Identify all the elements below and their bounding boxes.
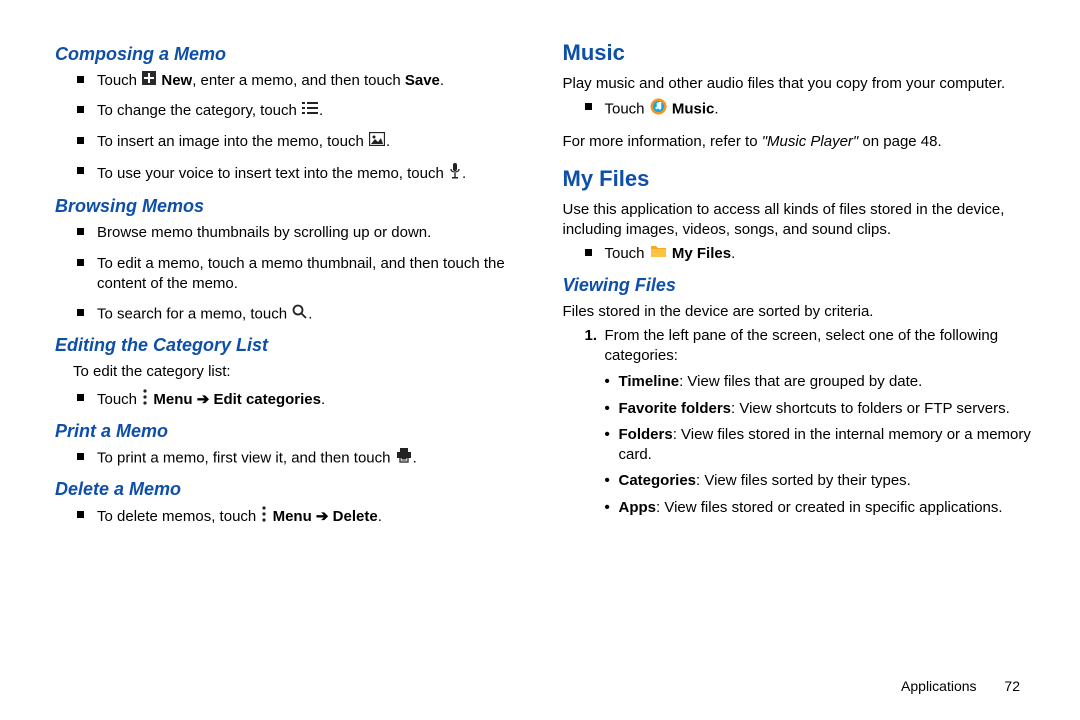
list-item: Favorite folders: View shortcuts to fold…: [605, 399, 1036, 419]
plus-icon: [142, 71, 156, 91]
list-item: Categories: View files sorted by their t…: [605, 471, 1036, 491]
heading-editing-category: Editing the Category List: [55, 335, 528, 356]
footer-page-number: 72: [1004, 678, 1020, 694]
search-icon: [292, 304, 307, 325]
list-item: To edit a memo, touch a memo thumbnail, …: [77, 254, 528, 295]
heading-delete-memo: Delete a Memo: [55, 479, 528, 500]
heading-browsing-memos: Browsing Memos: [55, 196, 528, 217]
left-column: Composing a Memo Touch New, enter a memo…: [55, 40, 528, 538]
list-item: Touch New, enter a memo, and then touch …: [77, 71, 528, 91]
categories-list: Timeline: View files that are grouped by…: [605, 372, 1036, 518]
list-item: Touch Menu ➔ Edit categories.: [77, 389, 528, 411]
list-item: Timeline: View files that are grouped by…: [605, 372, 1036, 392]
list-item: To change the category, touch .: [77, 101, 528, 121]
page-footer: Applications 72: [901, 678, 1020, 694]
viewing-ol: 1. From the left pane of the screen, sel…: [563, 326, 1036, 518]
menu-dots-icon: [261, 506, 267, 528]
viewing-intro: Files stored in the device are sorted by…: [563, 302, 1036, 322]
delete-list: To delete memos, touch Menu ➔ Delete.: [55, 506, 528, 528]
list-item: Touch Music.: [585, 98, 1036, 121]
list-item: To use your voice to insert text into th…: [77, 162, 528, 186]
right-column: Music Play music and other audio files t…: [563, 40, 1036, 538]
heading-music: Music: [563, 40, 1036, 66]
list-item: Browse memo thumbnails by scrolling up o…: [77, 223, 528, 243]
list-menu-icon: [302, 101, 318, 121]
editing-intro: To edit the category list:: [73, 362, 528, 382]
print-list: To print a memo, first view it, and then…: [55, 448, 528, 469]
menu-dots-icon: [142, 389, 148, 411]
music-intro: Play music and other audio files that yo…: [563, 74, 1036, 94]
list-item: To insert an image into the memo, touch …: [77, 132, 528, 152]
browsing-list: Browse memo thumbnails by scrolling up o…: [55, 223, 528, 325]
printer-icon: [396, 448, 412, 469]
list-item: To print a memo, first view it, and then…: [77, 448, 528, 469]
music-app-icon: [650, 98, 667, 121]
list-item: Touch My Files.: [585, 244, 1036, 264]
heading-print-memo: Print a Memo: [55, 421, 528, 442]
editing-list: Touch Menu ➔ Edit categories.: [55, 389, 528, 411]
heading-composing-memo: Composing a Memo: [55, 44, 528, 65]
image-icon: [369, 132, 385, 152]
list-item: Apps: View files stored or created in sp…: [605, 498, 1036, 518]
list-item: To search for a memo, touch .: [77, 304, 528, 325]
music-ref: For more information, refer to "Music Pl…: [563, 132, 1036, 152]
myfiles-intro: Use this application to access all kinds…: [563, 200, 1036, 241]
heading-viewing-files: Viewing Files: [563, 275, 1036, 296]
music-list: Touch Music.: [563, 98, 1036, 121]
list-item: To delete memos, touch Menu ➔ Delete.: [77, 506, 528, 528]
list-item: 1. From the left pane of the screen, sel…: [585, 326, 1036, 518]
list-item: Folders: View files stored in the intern…: [605, 425, 1036, 466]
composing-list: Touch New, enter a memo, and then touch …: [55, 71, 528, 186]
myfiles-list: Touch My Files.: [563, 244, 1036, 264]
microphone-icon: [449, 162, 461, 186]
folder-icon: [650, 244, 667, 264]
heading-my-files: My Files: [563, 166, 1036, 192]
footer-section: Applications: [901, 678, 977, 694]
